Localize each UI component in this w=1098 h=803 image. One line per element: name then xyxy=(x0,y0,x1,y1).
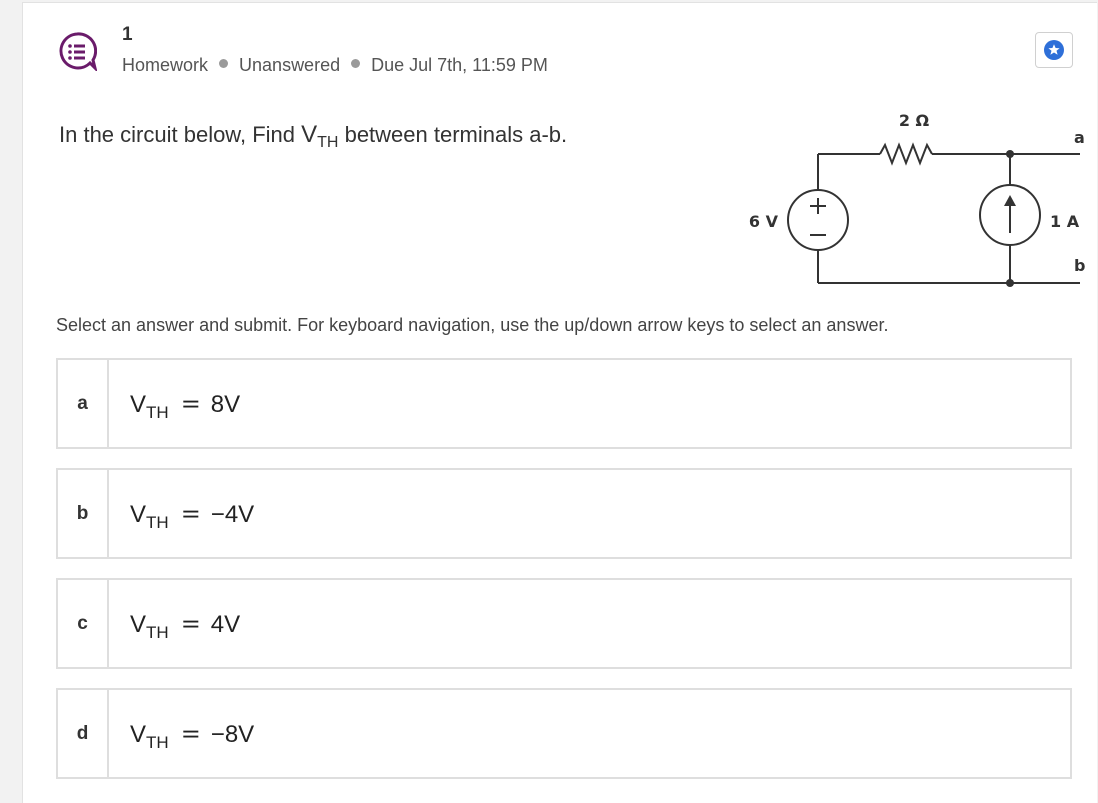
terminal-b-label: b xyxy=(1074,256,1085,275)
separator-dot xyxy=(219,59,229,68)
question-status: Unanswered xyxy=(239,55,341,75)
node-dot xyxy=(1006,150,1014,158)
option-answer: VTH = 8V xyxy=(130,390,241,422)
option-answer: VTH = −4V xyxy=(130,500,255,532)
node-dot xyxy=(1006,279,1014,287)
option-answer: VTH = 4V xyxy=(130,610,241,642)
option-answer: VTH = −8V xyxy=(130,720,255,752)
star-icon xyxy=(1044,40,1064,60)
answer-option-c[interactable]: c VTH = 4V xyxy=(56,578,1072,669)
terminal-a-label: a xyxy=(1074,128,1085,147)
option-letter: c xyxy=(58,580,109,667)
prompt-subscript: TH xyxy=(317,134,339,151)
answer-option-b[interactable]: b VTH = −4V xyxy=(56,468,1072,559)
multiple-choice-icon xyxy=(59,32,97,71)
option-letter: b xyxy=(58,470,109,557)
answer-option-d[interactable]: d VTH = −8V xyxy=(56,688,1072,779)
option-letter: d xyxy=(58,690,109,777)
question-due-date: Due Jul 7th, 11:59 PM xyxy=(371,55,548,75)
prompt-text-before: In the circuit below, Find xyxy=(59,122,302,147)
prompt-variable: V xyxy=(301,121,318,148)
voltage-label: 6 V xyxy=(749,212,779,231)
arrow-up-icon xyxy=(1004,195,1016,206)
resistor xyxy=(879,142,933,166)
answer-option-a[interactable]: a VTH = 8V xyxy=(56,358,1072,449)
circuit-diagram: 2 Ω 6 V 1 A a b xyxy=(749,111,1085,287)
prompt-text-after: between terminals a-b. xyxy=(338,122,568,147)
separator-dot xyxy=(351,59,361,68)
instructions-text: Select an answer and submit. For keyboar… xyxy=(56,315,889,335)
question-meta: Homework Unanswered Due Jul 7th, 11:59 PM xyxy=(122,55,548,76)
question-type: Homework xyxy=(122,55,209,75)
resistor-label: 2 Ω xyxy=(899,111,930,130)
option-letter: a xyxy=(58,360,109,447)
question-number: 1 xyxy=(122,24,133,45)
current-label: 1 A xyxy=(1050,212,1080,231)
bookmark-button[interactable] xyxy=(1035,32,1073,68)
question-prompt: In the circuit below, Find VTH between t… xyxy=(59,121,567,152)
